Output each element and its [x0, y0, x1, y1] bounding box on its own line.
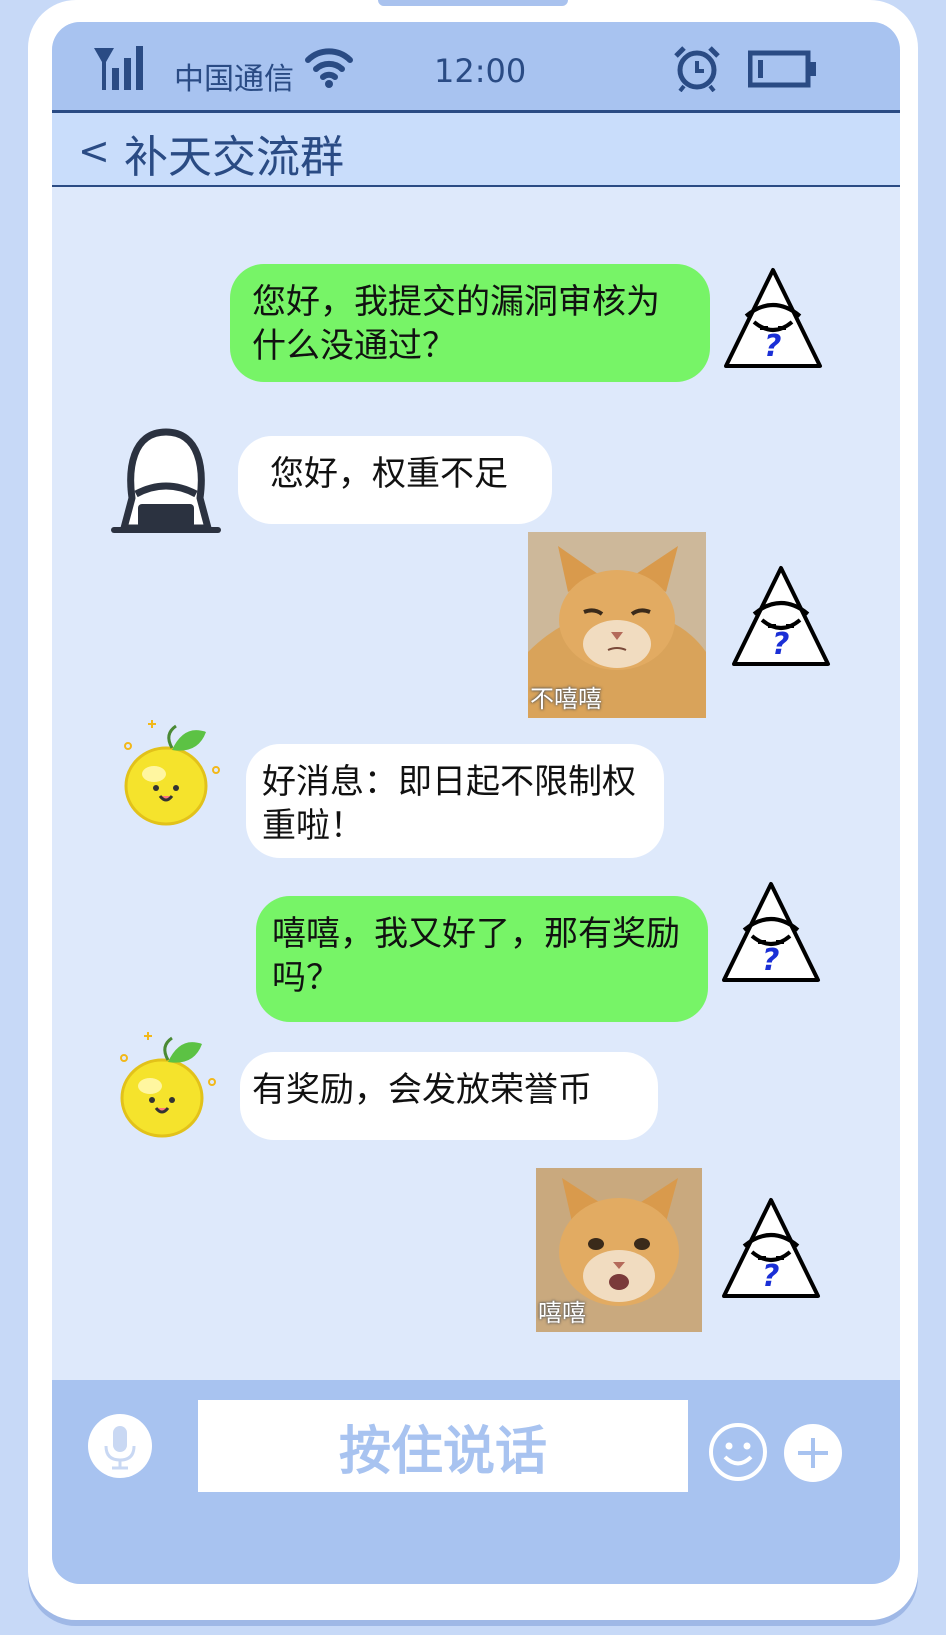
message-text: 有奖励，会发放荣誉币	[252, 1070, 592, 1110]
hold-to-talk-label: 按住说话	[338, 1421, 547, 1482]
status-bar: 中国通信 12:00	[52, 22, 900, 113]
cat-sticker-image[interactable]: 不嘻嘻	[528, 532, 706, 718]
hooded-question-avatar[interactable]: ?	[722, 266, 824, 372]
message-bubble[interactable]: 有奖励，会发放荣誉币	[240, 1052, 658, 1140]
lemon-avatar[interactable]	[110, 1028, 220, 1142]
more-options-button[interactable]	[784, 1424, 842, 1482]
alarm-clock-icon	[674, 46, 720, 92]
group-title: 补天交流群	[124, 132, 344, 183]
battery-icon	[748, 50, 816, 88]
message-bubble[interactable]: 您好，权重不足	[238, 436, 552, 524]
message-text: 您好，权重不足	[270, 454, 508, 494]
carrier-name: 中国通信	[174, 62, 294, 97]
hooded-question-avatar[interactable]: ?	[720, 880, 822, 986]
hold-to-talk-button[interactable]: 按住说话	[198, 1400, 688, 1492]
cat-sticker-image[interactable]: 嘻嘻	[536, 1168, 702, 1332]
message-bubble[interactable]: 您好，我提交的漏洞审核为什么没通过？	[230, 264, 710, 382]
emoji-button[interactable]	[708, 1422, 768, 1482]
svg-text:?: ?	[772, 627, 789, 662]
message-bubble[interactable]: 嘻嘻，我又好了，那有奖励吗？	[256, 896, 708, 1022]
message-text: 您好，我提交的漏洞审核为什么没通过？	[252, 282, 660, 366]
status-time: 12:00	[434, 52, 527, 90]
hooded-question-avatar[interactable]: ?	[730, 564, 832, 670]
back-button[interactable]: <	[78, 129, 110, 173]
svg-text:?: ?	[762, 943, 779, 978]
sticker-caption: 嘻嘻	[538, 1299, 586, 1327]
input-bar: 按住说话	[52, 1380, 900, 1584]
svg-text:?: ?	[764, 329, 781, 364]
svg-text:?: ?	[762, 1259, 779, 1294]
hooded-question-avatar[interactable]: ?	[720, 1196, 822, 1302]
voice-toggle-button[interactable]	[88, 1414, 152, 1478]
message-text: 嘻嘻，我又好了，那有奖励吗？	[272, 914, 680, 998]
emoji-icon	[709, 1423, 767, 1481]
lemon-avatar[interactable]	[114, 716, 224, 830]
speaker-notch	[378, 0, 568, 6]
message-bubble[interactable]: 好消息：即日起不限制权重啦！	[246, 744, 664, 858]
message-text: 好消息：即日起不限制权重啦！	[262, 762, 636, 846]
sticker-caption: 不嘻嘻	[530, 685, 602, 713]
hooded-dark-avatar[interactable]	[110, 428, 222, 534]
chat-header: < 补天交流群	[52, 113, 900, 187]
plus-icon	[798, 1438, 828, 1468]
signal-icon	[94, 46, 143, 90]
chat-screen: 中国通信 12:00 < 补天交流群 您好，我提交的漏洞审核为什么没通过？ ? …	[52, 22, 900, 1584]
microphone-icon	[104, 1426, 136, 1470]
wifi-icon	[305, 48, 353, 88]
